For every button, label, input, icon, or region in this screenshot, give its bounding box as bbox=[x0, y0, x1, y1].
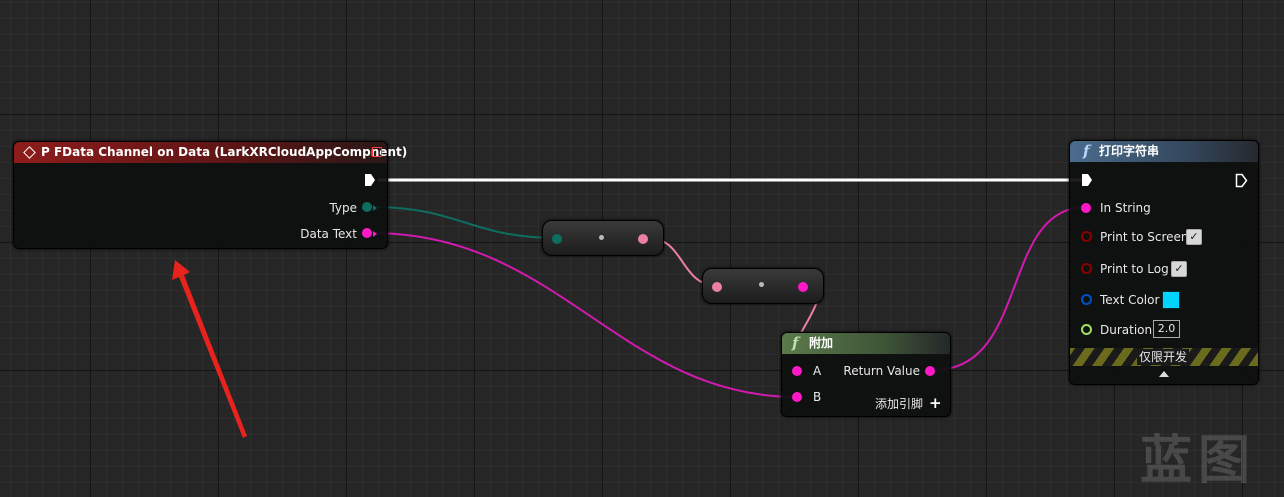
text-color-label: Text Color bbox=[1100, 293, 1160, 307]
data-text-pin-arrow-icon bbox=[373, 231, 377, 237]
return-value-wire[interactable] bbox=[933, 206, 1087, 371]
return-value-pin[interactable] bbox=[925, 366, 935, 376]
conversion-2-input-pin[interactable] bbox=[712, 282, 722, 292]
exec-out-pin[interactable] bbox=[364, 173, 376, 187]
print-to-log-label: Print to Log bbox=[1100, 262, 1169, 276]
type-pin-label: Type bbox=[329, 201, 357, 215]
print-to-screen-label: Print to Screen bbox=[1100, 230, 1189, 244]
event-node-header[interactable]: P FData Channel on Data (LarkXRCloudAppC… bbox=[14, 142, 407, 163]
delegate-pin-icon[interactable] bbox=[372, 147, 382, 157]
append-node-title: 附加 bbox=[809, 336, 834, 350]
conversion-node-2[interactable] bbox=[702, 268, 824, 304]
text-color-pin[interactable] bbox=[1081, 294, 1092, 305]
append-node-header[interactable]: f 附加 bbox=[782, 333, 950, 354]
in-string-pin[interactable] bbox=[1081, 203, 1091, 213]
append-node[interactable]: f 附加 A B Return Value 添加引脚 + bbox=[781, 332, 951, 417]
plus-icon[interactable]: + bbox=[929, 395, 942, 411]
print-to-screen-pin[interactable] bbox=[1081, 231, 1092, 242]
exec-in-pin[interactable] bbox=[1081, 173, 1093, 187]
event-node[interactable]: P FData Channel on Data (LarkXRCloudAppC… bbox=[13, 141, 407, 249]
b-pin-label: B bbox=[813, 390, 822, 404]
print-node-title: 打印字符串 bbox=[1099, 144, 1160, 158]
conversion-1-output-pin[interactable] bbox=[638, 234, 648, 244]
function-f-icon: f bbox=[792, 334, 799, 352]
duration-pin[interactable] bbox=[1081, 324, 1092, 335]
event-node-title: P FData Channel on Data (LarkXRCloudAppC… bbox=[41, 145, 408, 159]
add-pin-label[interactable]: 添加引脚 bbox=[875, 397, 923, 411]
conversion-1-dot-icon bbox=[599, 235, 604, 240]
conversion-2-output-pin[interactable] bbox=[798, 282, 808, 292]
event-diamond-icon bbox=[23, 146, 36, 159]
in-string-label: In String bbox=[1100, 201, 1151, 215]
print-to-screen-checkbox[interactable]: ✓ bbox=[1186, 229, 1202, 245]
type-pin-arrow-icon bbox=[373, 205, 377, 211]
text-color-swatch[interactable] bbox=[1162, 291, 1180, 309]
data-text-pin[interactable] bbox=[362, 228, 372, 238]
data-text-wire[interactable] bbox=[371, 232, 798, 398]
b-pin[interactable] bbox=[792, 392, 802, 402]
duration-input[interactable]: 2.0 bbox=[1153, 320, 1180, 338]
conversion-1-input-pin[interactable] bbox=[552, 234, 562, 244]
a-pin-label: A bbox=[813, 364, 822, 378]
type-pin[interactable] bbox=[362, 202, 372, 212]
print-string-node[interactable]: f 打印字符串 In String Print to Screen ✓ Prin… bbox=[1069, 140, 1259, 385]
data-text-pin-label: Data Text bbox=[300, 227, 357, 241]
a-pin[interactable] bbox=[792, 366, 802, 376]
function-f-icon: f bbox=[1083, 142, 1090, 160]
duration-label: Duration bbox=[1100, 323, 1153, 337]
print-node-header[interactable]: f 打印字符串 bbox=[1070, 141, 1258, 162]
print-to-log-checkbox[interactable]: ✓ bbox=[1171, 261, 1187, 277]
annotation-arrow bbox=[172, 260, 247, 438]
return-value-pin-label: Return Value bbox=[843, 364, 920, 378]
collapse-triangle-icon[interactable] bbox=[1159, 371, 1169, 377]
print-to-log-pin[interactable] bbox=[1081, 263, 1092, 274]
watermark-text: 蓝图 bbox=[1140, 431, 1257, 491]
conversion-node-1[interactable] bbox=[542, 220, 664, 256]
exec-out-pin[interactable] bbox=[1235, 173, 1248, 188]
conversion-2-dot-icon bbox=[759, 282, 764, 287]
dev-only-label: 仅限开发 bbox=[1137, 349, 1190, 365]
